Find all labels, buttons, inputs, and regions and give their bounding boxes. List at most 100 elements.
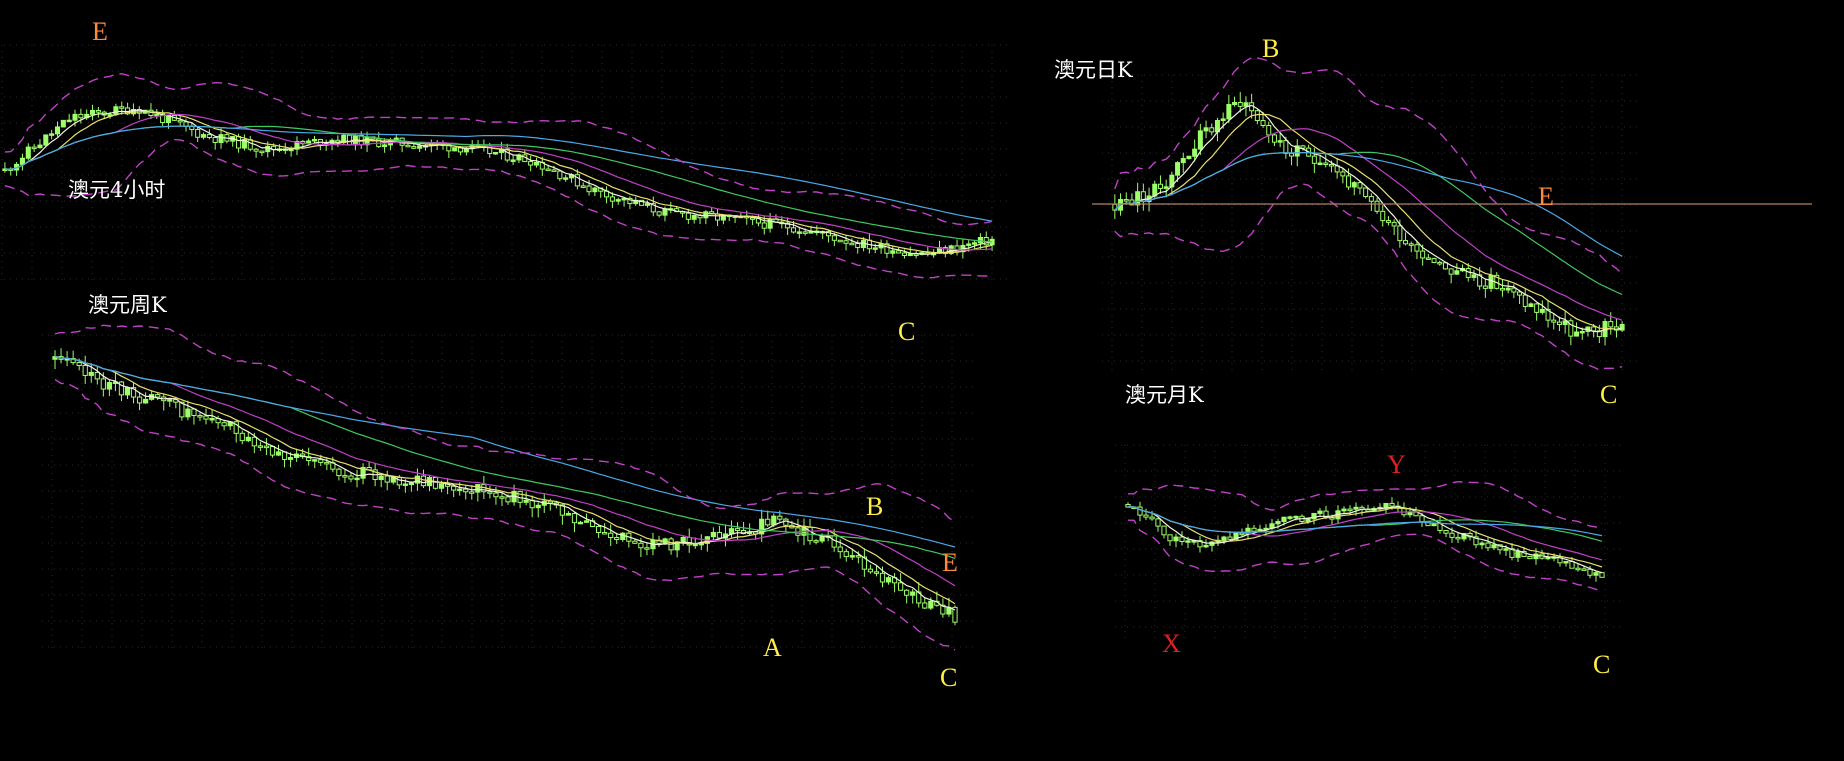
candle-body (257, 445, 263, 448)
candle-body (867, 568, 874, 573)
candle-body (1155, 518, 1161, 527)
candle-body (1534, 303, 1540, 313)
candle-body (1275, 520, 1281, 525)
candle-body (1563, 561, 1569, 564)
candle-body (457, 488, 463, 492)
candle-body (1505, 287, 1511, 291)
candle-body (1391, 221, 1397, 227)
candle-body (287, 457, 294, 460)
candle-body (1157, 183, 1163, 189)
candle-body (1353, 506, 1359, 510)
wave-label-daily-b: B (1262, 34, 1279, 63)
candle-body (1185, 540, 1191, 543)
candle-body (1471, 274, 1477, 278)
candle-body (1569, 561, 1575, 569)
candle-body (609, 196, 615, 202)
candle-body (1442, 262, 1448, 270)
candle-body (1385, 220, 1391, 223)
candle-body (31, 146, 37, 150)
candle-body (1180, 158, 1186, 164)
band-lower (4, 138, 993, 279)
candle-body (1254, 110, 1260, 122)
candle-body (1317, 162, 1323, 166)
candle-body (1591, 326, 1597, 332)
candle-body (88, 371, 94, 376)
candle-body (1260, 120, 1266, 126)
candle-body (1163, 186, 1169, 189)
candle-body (100, 378, 106, 390)
wave-label-daily-e: E (1538, 182, 1554, 211)
candle-body (565, 513, 572, 516)
candle-body (1587, 568, 1593, 576)
candle-body (771, 515, 777, 526)
title-aud-4h: 澳元4小时 (68, 178, 165, 202)
candle-body (1455, 536, 1461, 540)
band-lower (54, 378, 956, 651)
candle-body (1448, 268, 1454, 275)
candle-body (19, 157, 25, 165)
candle-body (177, 119, 183, 123)
ma-line-5 (54, 356, 956, 611)
candle-body (819, 536, 825, 542)
ma-line-5 (1114, 104, 1623, 333)
candle-body (43, 134, 49, 146)
candle-body (1503, 548, 1509, 551)
candle-body (269, 445, 276, 456)
ma-line-10 (1114, 113, 1623, 331)
candle-body (1408, 243, 1414, 246)
candle-body (1414, 244, 1420, 252)
candle-body (1491, 544, 1497, 549)
candle-body (197, 415, 203, 418)
candle-body (831, 235, 837, 241)
title-aud-weekly: 澳元周K (88, 293, 167, 317)
candle-body (1363, 187, 1369, 198)
candle-body (209, 417, 215, 421)
candle-body (783, 518, 789, 526)
candle-body (1574, 331, 1580, 337)
candle-body (796, 231, 802, 234)
candle-body (324, 461, 330, 465)
band-lower (1114, 183, 1623, 371)
wave-label-weekly-a: A (763, 633, 782, 662)
candle-body (1243, 102, 1249, 107)
candle-body (54, 126, 61, 135)
candle-body (49, 133, 55, 136)
candle-body (510, 159, 516, 162)
candle-body (1340, 171, 1346, 177)
candle-body (1351, 182, 1357, 188)
candle-body (855, 555, 861, 558)
candle-body (452, 147, 458, 152)
candle-body (281, 451, 288, 460)
candle-body (136, 396, 143, 404)
candle-body (94, 371, 100, 380)
candle-body (767, 218, 773, 229)
candle-body (384, 475, 390, 483)
panel-aud-daily (1092, 56, 1812, 371)
candle-body (638, 542, 644, 549)
candle-body (1357, 182, 1363, 189)
candle-body (1271, 134, 1277, 143)
title-aud-monthly: 澳元月K (1125, 383, 1204, 407)
candle-body (1220, 118, 1226, 122)
candle-body (872, 247, 878, 250)
candle-body (411, 146, 417, 149)
candle-body (977, 236, 983, 244)
candle-body (1515, 550, 1521, 558)
candle-body (382, 144, 388, 148)
ma-line-40 (1114, 151, 1623, 295)
candle-body (1135, 191, 1141, 206)
candle-body (837, 546, 843, 553)
candle-body (239, 432, 245, 442)
candle-body (1197, 130, 1203, 150)
candle-body (1283, 140, 1289, 154)
candle-body (1511, 287, 1517, 293)
candle-body (505, 496, 511, 503)
candle-body (1293, 515, 1299, 519)
wave-label-monthly-c: C (1593, 650, 1610, 679)
candle-body (451, 485, 457, 491)
candle-body (200, 134, 207, 138)
candle-body (1161, 525, 1167, 536)
candle-body (1123, 199, 1129, 202)
candle-body (901, 252, 908, 257)
candle-body (790, 227, 797, 233)
